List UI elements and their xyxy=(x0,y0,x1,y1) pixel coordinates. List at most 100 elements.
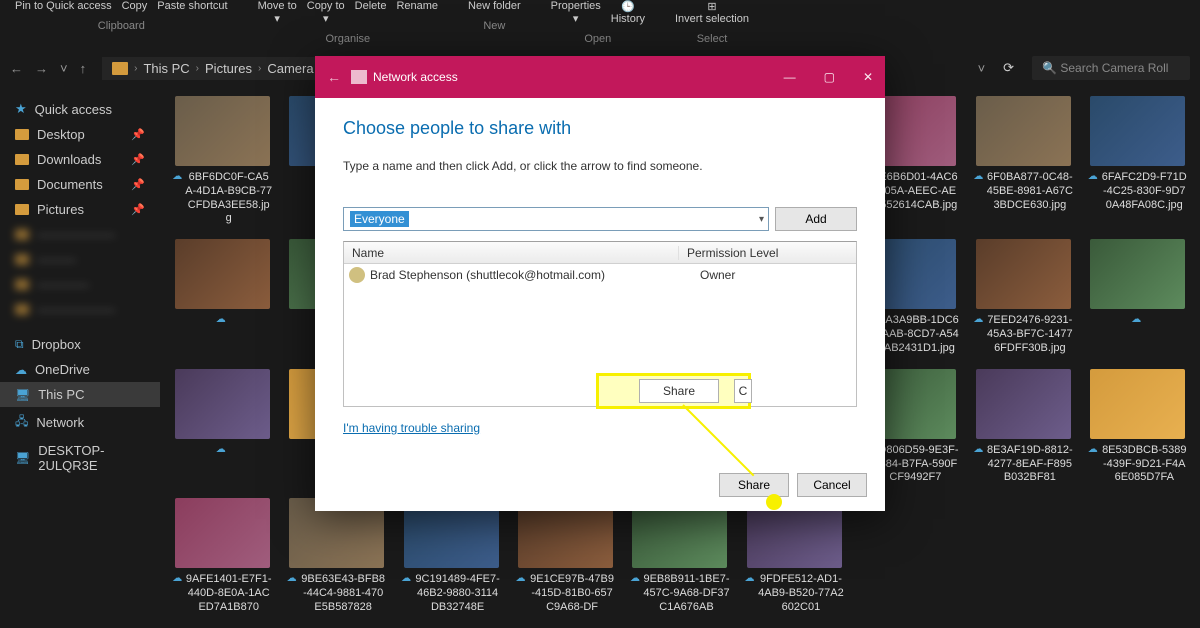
forward-arrow-icon[interactable]: → xyxy=(35,61,48,76)
sidebar-desktop[interactable]: Desktop📌 xyxy=(0,122,160,147)
row-permission: Owner xyxy=(700,268,735,282)
file-name: 6F0BA877-0C48-45BE-8981-A67C3BDCE630.jpg xyxy=(986,171,1073,212)
file-tile[interactable]: ☁8E53DBCB-5389-439F-9D21-F4A6E085D7FA xyxy=(1086,369,1190,489)
sidebar: ★Quick access Desktop📌 Downloads📌 Docume… xyxy=(0,86,160,628)
file-tile[interactable]: ☁9FDFE512-AD1-4AB9-B520-77A2602C01 xyxy=(742,498,846,618)
file-name: 9E1CE97B-47B9-415D-81B0-657C9A68-DF xyxy=(529,573,616,614)
network-icon: 🖧 xyxy=(15,412,28,433)
col-name[interactable]: Name xyxy=(344,246,679,260)
file-label: ☁9FDFE512-AD1-4AB9-B520-77A2602C01 xyxy=(744,573,844,614)
people-combo[interactable]: Everyone ▾ xyxy=(343,207,769,231)
copy-to[interactable]: Copy to ▾ xyxy=(307,0,345,25)
cloud-icon: ☁ xyxy=(401,573,411,584)
file-tile[interactable]: ☁8E3AF19D-8812-4277-8EAF-F895B032BF81 xyxy=(971,369,1075,489)
dialog-titlebar[interactable]: ← Network access — ▢ ✕ xyxy=(315,56,885,98)
file-tile[interactable]: ☁ xyxy=(170,369,274,489)
folder-icon xyxy=(15,154,29,165)
back-arrow-icon[interactable]: ← xyxy=(10,61,23,76)
file-name: 6FAFC2D9-F71D-4C25-830F-9D70A48FA08C.jpg xyxy=(1101,171,1188,212)
sidebar-item[interactable]: —————— xyxy=(0,297,160,322)
cancel-button[interactable]: Cancel xyxy=(797,473,867,497)
file-label: ☁9EB8B911-1BE7-457C-9A68-DF37C1A676AB xyxy=(630,573,730,614)
sidebar-desktop-pc[interactable]: 🖥DESKTOP-2ULQR3E xyxy=(0,438,160,478)
sidebar-pictures[interactable]: Pictures📌 xyxy=(0,197,160,222)
maximize-icon[interactable]: ▢ xyxy=(824,70,835,84)
back-arrow-icon[interactable]: ← xyxy=(327,69,341,85)
add-button[interactable]: Add xyxy=(775,207,857,231)
file-tile[interactable]: ☁9E1CE97B-47B9-415D-81B0-657C9A68-DF xyxy=(513,498,617,618)
sidebar-item[interactable]: ———— xyxy=(0,272,160,297)
dialog-title: Network access xyxy=(373,70,458,84)
share-button-highlight[interactable]: Share xyxy=(639,379,719,403)
pc-icon: 🖥 xyxy=(15,388,30,402)
row-user: Brad Stephenson (shuttlecok@hotmail.com) xyxy=(370,268,700,282)
sidebar-item[interactable]: —————— xyxy=(0,222,160,247)
file-tile[interactable]: ☁9EB8B911-1BE7-457C-9A68-DF37C1A676AB xyxy=(628,498,732,618)
star-icon: ★ xyxy=(15,101,27,117)
folder-icon xyxy=(15,229,29,240)
invert-selection[interactable]: ⊞ Invert selection xyxy=(675,0,749,25)
up-arrow-icon[interactable]: ↑ xyxy=(80,61,87,76)
file-name: 8E3AF19D-8812-4277-8EAF-F895B032BF81 xyxy=(986,444,1073,485)
breadcrumb-item[interactable]: This PC xyxy=(143,61,189,76)
copy-button[interactable]: Copy xyxy=(122,0,148,12)
sidebar-downloads[interactable]: Downloads📌 xyxy=(0,147,160,172)
paste-shortcut[interactable]: Paste shortcut xyxy=(157,0,227,12)
file-tile[interactable]: ☁6BF6DC0F-CA5A-4D1A-B9CB-77CFDBA3EE58.jp… xyxy=(170,96,274,229)
combo-value: Everyone xyxy=(350,211,409,227)
sidebar-onedrive[interactable]: ☁OneDrive xyxy=(0,357,160,382)
share-button[interactable]: Share xyxy=(719,473,789,497)
file-label: ☁6BF6DC0F-CA5A-4D1A-B9CB-77CFDBA3EE58.jp… xyxy=(172,171,272,226)
pin-quick-access[interactable]: Pin to Quick access xyxy=(15,0,112,12)
file-name: 7EED2476-9231-45A3-BF7C-14776FDFF30B.jpg xyxy=(986,314,1073,355)
file-label: ☁8E53DBCB-5389-439F-9D21-F4A6E085D7FA xyxy=(1088,444,1188,485)
highlight-annotation: Share C xyxy=(596,373,751,409)
breadcrumb-item[interactable]: Pictures xyxy=(205,61,252,76)
breadcrumb[interactable]: › This PC › Pictures › Camera Roll xyxy=(102,57,349,80)
trouble-sharing-link[interactable]: I'm having trouble sharing xyxy=(343,421,480,435)
file-tile[interactable]: ☁9C191489-4FE7-46B2-9880-3114DB32748E xyxy=(399,498,503,618)
thumbnail xyxy=(976,369,1071,439)
file-tile[interactable]: ☁9BE63E43-BFB8-44C4-9881-470E5B587828 xyxy=(284,498,388,618)
chevron-down-icon[interactable]: ▾ xyxy=(759,214,764,225)
move-to[interactable]: Move to ▾ xyxy=(258,0,297,25)
sidebar-documents[interactable]: Documents📌 xyxy=(0,172,160,197)
file-label: ☁9C191489-4FE7-46B2-9880-3114DB32748E xyxy=(401,573,501,614)
cloud-icon: ☁ xyxy=(516,573,526,584)
breadcrumb-dropdown-icon[interactable]: ˅ xyxy=(978,61,986,76)
history-button[interactable]: 🕒 History xyxy=(611,0,645,25)
sidebar-item[interactable]: ——— xyxy=(0,247,160,272)
sidebar-this-pc[interactable]: 🖥This PC xyxy=(0,382,160,407)
file-tile[interactable]: ☁6FAFC2D9-F71D-4C25-830F-9D70A48FA08C.jp… xyxy=(1086,96,1190,229)
minimize-icon[interactable]: — xyxy=(784,70,796,84)
file-tile[interactable]: ☁ xyxy=(1086,239,1190,359)
delete-button[interactable]: Delete xyxy=(355,0,387,12)
rename-button[interactable]: Rename xyxy=(396,0,438,12)
recent-chevron-icon[interactable]: ˅ xyxy=(60,61,68,76)
cloud-icon: ☁ xyxy=(973,171,983,182)
col-permission[interactable]: Permission Level xyxy=(679,246,856,260)
sidebar-quick-access[interactable]: ★Quick access xyxy=(0,96,160,122)
pin-icon: 📌 xyxy=(131,153,145,166)
file-tile[interactable]: ☁7EED2476-9231-45A3-BF7C-14776FDFF30B.jp… xyxy=(971,239,1075,359)
new-folder[interactable]: New folder xyxy=(468,0,521,12)
network-access-dialog: ← Network access — ▢ ✕ Choose people to … xyxy=(315,56,885,511)
refresh-icon[interactable]: ⟳ xyxy=(1003,60,1014,76)
cloud-icon: ☁ xyxy=(1088,171,1098,182)
chevron-right-icon: › xyxy=(134,63,137,74)
thumbnail xyxy=(175,96,270,166)
callout-dot xyxy=(766,494,782,510)
file-name: 9C191489-4FE7-46B2-9880-3114DB32748E xyxy=(414,573,501,614)
file-label: ☁9AFE1401-E7F1-440D-8E0A-1ACED7A1B870 xyxy=(172,573,272,614)
search-input[interactable]: 🔍 Search Camera Roll xyxy=(1032,56,1190,80)
table-row[interactable]: Brad Stephenson (shuttlecok@hotmail.com)… xyxy=(344,264,856,286)
properties-button[interactable]: Properties ▾ xyxy=(551,0,601,25)
file-tile[interactable]: ☁9AFE1401-E7F1-440D-8E0A-1ACED7A1B870 xyxy=(170,498,274,618)
file-tile[interactable]: ☁ xyxy=(170,239,274,359)
close-icon[interactable]: ✕ xyxy=(863,70,873,84)
thumbnail xyxy=(1090,96,1185,166)
sidebar-dropbox[interactable]: ⧉Dropbox xyxy=(0,332,160,357)
sidebar-network[interactable]: 🖧Network xyxy=(0,407,160,438)
file-label: ☁9E1CE97B-47B9-415D-81B0-657C9A68-DF xyxy=(516,573,616,614)
file-tile[interactable]: ☁6F0BA877-0C48-45BE-8981-A67C3BDCE630.jp… xyxy=(971,96,1075,229)
